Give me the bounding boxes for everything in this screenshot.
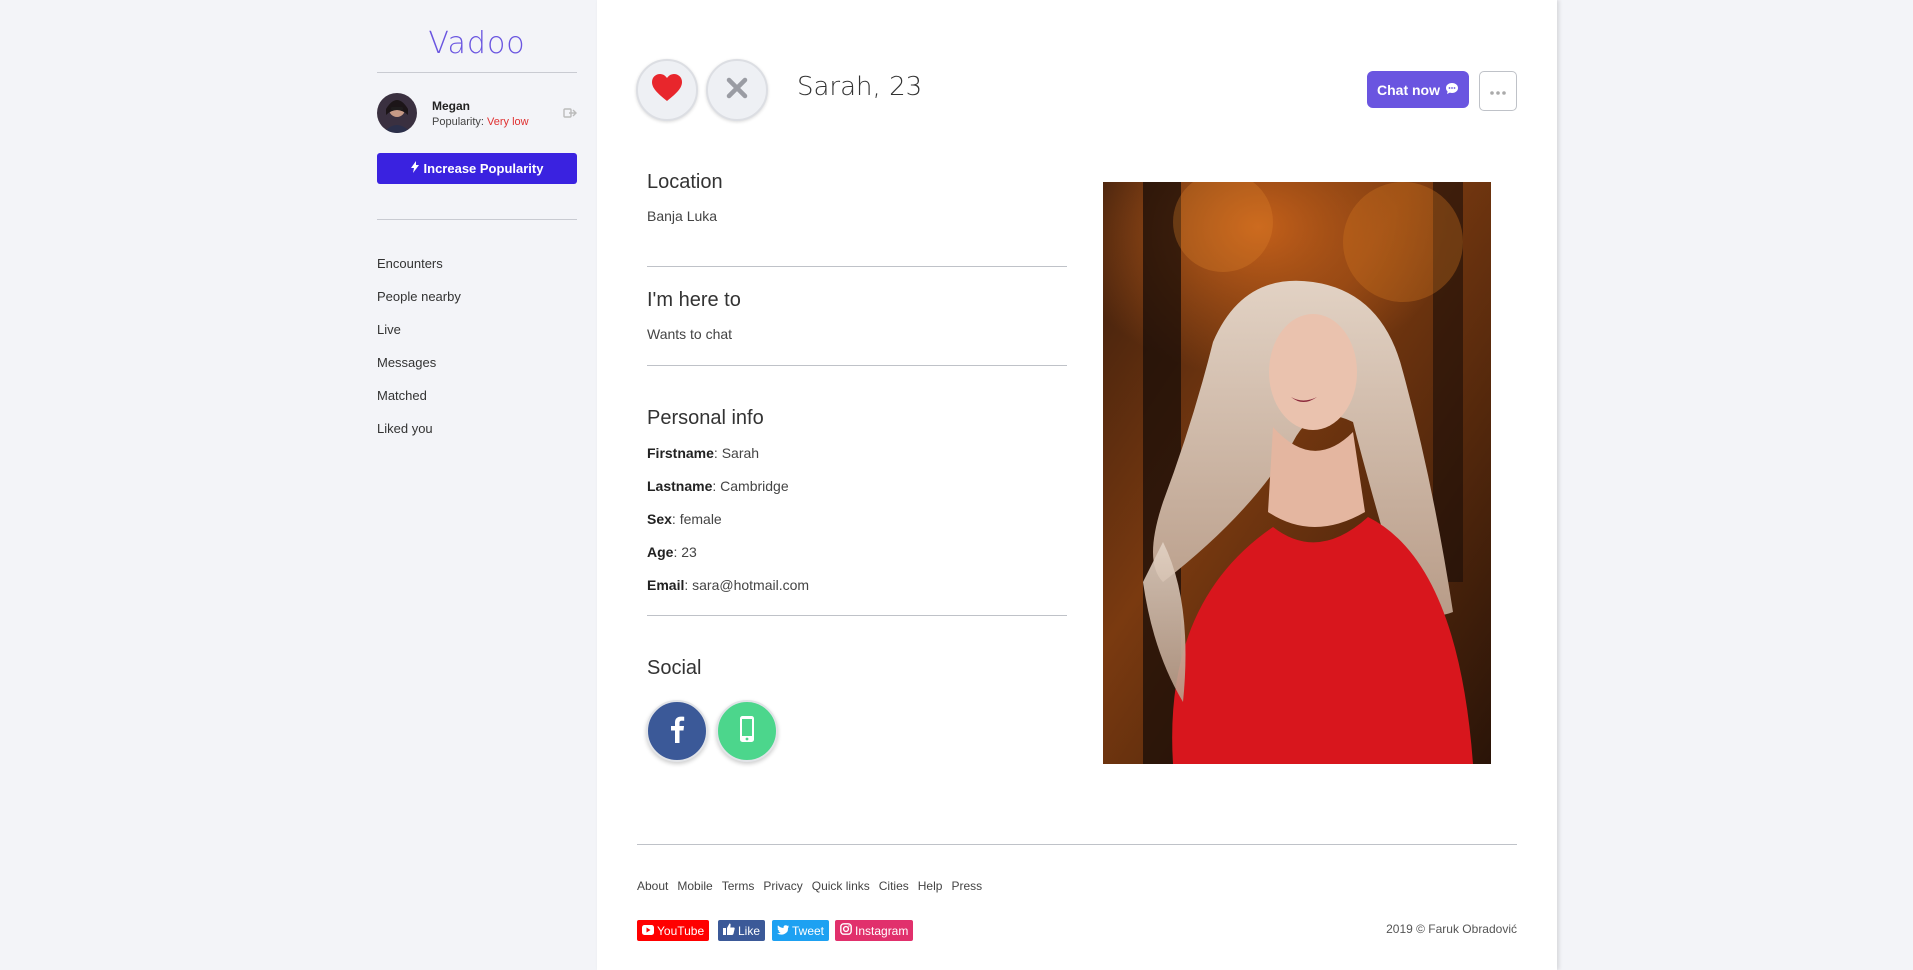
nav-encounters[interactable]: Encounters bbox=[377, 257, 577, 290]
footer-link-quick-links[interactable]: Quick links bbox=[812, 879, 870, 893]
youtube-label: YouTube bbox=[657, 923, 705, 938]
phone-button[interactable] bbox=[716, 700, 778, 762]
youtube-icon bbox=[642, 924, 654, 938]
sidebar: Vadoo Megan Popularity: Very low Increas… bbox=[377, 0, 577, 455]
footer-links: About Mobile Terms Privacy Quick links C… bbox=[637, 879, 982, 893]
profile-title: Sarah, 23 bbox=[797, 72, 923, 102]
twitter-icon bbox=[777, 924, 789, 938]
user-name[interactable]: Megan bbox=[432, 99, 529, 113]
popularity-value: Very low bbox=[487, 115, 529, 128]
nav-people-nearby[interactable]: People nearby bbox=[377, 290, 577, 323]
instagram-button[interactable]: Instagram bbox=[835, 920, 914, 941]
dislike-button[interactable] bbox=[706, 59, 768, 121]
footer-link-press[interactable]: Press bbox=[951, 879, 982, 893]
divider bbox=[377, 219, 577, 220]
footer-link-terms[interactable]: Terms bbox=[722, 879, 755, 893]
here-to-title: I'm here to bbox=[647, 289, 741, 311]
user-info: Megan Popularity: Very low bbox=[432, 99, 529, 128]
tweet-button[interactable]: Tweet bbox=[772, 920, 830, 941]
popularity-line: Popularity: Very low bbox=[432, 116, 529, 128]
popularity-label: Popularity: bbox=[432, 115, 484, 128]
chat-now-button[interactable]: Chat now bbox=[1367, 71, 1469, 108]
profile-panel: Sarah, 23 Chat now Location Banja Luka I… bbox=[597, 0, 1557, 970]
avatar[interactable] bbox=[377, 93, 417, 133]
location-value: Banja Luka bbox=[647, 208, 718, 224]
facebook-icon bbox=[669, 715, 685, 748]
like-label: Like bbox=[738, 923, 761, 938]
nav-matched[interactable]: Matched bbox=[377, 389, 577, 422]
ellipsis-icon bbox=[1490, 82, 1506, 100]
social-title: Social bbox=[647, 657, 702, 679]
location-section: Location Banja Luka bbox=[647, 171, 1067, 224]
info-row-sex: Sex: female bbox=[647, 511, 722, 527]
close-icon bbox=[726, 77, 748, 104]
facebook-button[interactable] bbox=[646, 700, 708, 762]
here-to-value: Wants to chat bbox=[647, 326, 733, 342]
user-card: Megan Popularity: Very low bbox=[377, 93, 577, 133]
tweet-label: Tweet bbox=[792, 923, 825, 938]
youtube-share-button[interactable]: YouTube bbox=[637, 920, 710, 941]
nav-messages[interactable]: Messages bbox=[377, 356, 577, 389]
instagram-label: Instagram bbox=[855, 923, 909, 938]
location-title: Location bbox=[647, 171, 723, 193]
heart-icon bbox=[651, 73, 683, 107]
info-row-firstname: Firstname: Sarah bbox=[647, 445, 760, 461]
info-row-lastname: Lastname: Cambridge bbox=[647, 478, 789, 494]
like-button[interactable] bbox=[636, 59, 698, 121]
info-row-email: Email: sara@hotmail.com bbox=[647, 577, 810, 593]
mobile-phone-icon bbox=[739, 715, 755, 748]
divider bbox=[637, 844, 1517, 845]
here-to-section: I'm here to Wants to chat bbox=[647, 289, 1067, 342]
personal-info-title: Personal info bbox=[647, 407, 764, 429]
footer-link-mobile[interactable]: Mobile bbox=[677, 879, 712, 893]
nav-live[interactable]: Live bbox=[377, 323, 577, 356]
social-section: Social bbox=[647, 657, 1067, 680]
bolt-icon bbox=[410, 161, 419, 176]
facebook-like-button[interactable]: Like bbox=[718, 920, 766, 941]
logo[interactable]: Vadoo bbox=[377, 0, 577, 73]
copyright: 2019 © Faruk Obradović bbox=[1386, 922, 1517, 936]
chat-now-label: Chat now bbox=[1377, 81, 1440, 98]
nav-liked-you[interactable]: Liked you bbox=[377, 422, 577, 455]
more-options-button[interactable] bbox=[1479, 71, 1517, 111]
personal-info-section: Personal info bbox=[647, 407, 1067, 430]
chat-bubble-icon bbox=[1445, 82, 1459, 98]
increase-popularity-button[interactable]: Increase Popularity bbox=[377, 153, 577, 184]
footer-link-about[interactable]: About bbox=[637, 879, 668, 893]
footer-link-cities[interactable]: Cities bbox=[879, 879, 909, 893]
footer-link-help[interactable]: Help bbox=[918, 879, 943, 893]
divider bbox=[647, 615, 1067, 616]
info-row-age: Age: 23 bbox=[647, 544, 697, 560]
instagram-icon bbox=[840, 923, 852, 938]
footer-link-privacy[interactable]: Privacy bbox=[763, 879, 802, 893]
sidebar-nav: Encounters People nearby Live Messages M… bbox=[377, 257, 577, 455]
thumbs-up-icon bbox=[723, 923, 735, 938]
increase-popularity-label: Increase Popularity bbox=[423, 161, 544, 176]
logout-icon[interactable] bbox=[563, 106, 577, 120]
profile-photo[interactable] bbox=[1103, 182, 1491, 764]
divider bbox=[647, 365, 1067, 366]
divider bbox=[647, 266, 1067, 267]
